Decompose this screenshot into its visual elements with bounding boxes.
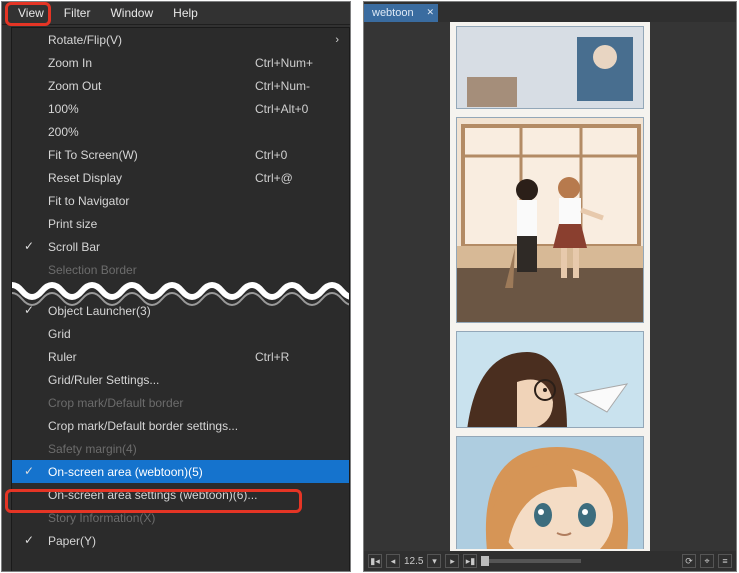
menubar-item-view[interactable]: View — [8, 4, 54, 22]
menu-shortcut: Ctrl+0 — [255, 148, 335, 162]
menu-item-rotate-flip[interactable]: Rotate/Flip(V) › — [12, 28, 349, 51]
comic-panel-2 — [456, 117, 644, 323]
menu-item-onscreen-area[interactable]: ✓ On-screen area (webtoon)(5) — [12, 460, 349, 483]
menu-label: Scroll Bar — [48, 240, 335, 254]
menubar-item-window[interactable]: Window — [100, 4, 163, 22]
menu-label: Grid/Ruler Settings... — [48, 373, 335, 387]
zoom-value: 12.5 — [404, 556, 423, 567]
menu-item-reset-display[interactable]: Reset Display Ctrl+@ — [12, 166, 349, 189]
menubar-item-help[interactable]: Help — [163, 4, 208, 22]
webtoon-strip — [450, 22, 650, 553]
menu-item-scroll-bar[interactable]: ✓ Scroll Bar — [12, 235, 349, 258]
menu-item-grid[interactable]: Grid — [12, 322, 349, 345]
menu-label: Safety margin(4) — [48, 442, 335, 456]
menu-item-story-info[interactable]: Story Information(X) — [12, 506, 349, 529]
view-dropdown: Rotate/Flip(V) › Zoom In Ctrl+Num+ Zoom … — [11, 27, 350, 572]
menu-item-200pct[interactable]: 200% — [12, 120, 349, 143]
nav-last-icon[interactable]: ▸▮ — [463, 554, 477, 568]
menu-item-safety-margin[interactable]: Safety margin(4) — [12, 437, 349, 460]
menu-label: Crop mark/Default border — [48, 396, 335, 410]
menu-label: Crop mark/Default border settings... — [48, 419, 335, 433]
menu-label: Grid — [48, 327, 335, 341]
menubar-item-filter[interactable]: Filter — [54, 4, 101, 22]
menu-item-paper[interactable]: ✓ Paper(Y) — [12, 529, 349, 552]
menu-label: Zoom In — [48, 56, 255, 70]
tabbar: webtoon ✕ — [364, 2, 736, 22]
menu-label: Print size — [48, 217, 335, 231]
menu-label: Zoom Out — [48, 79, 255, 93]
menu-label: Ruler — [48, 350, 255, 364]
menu-item-fit-navigator[interactable]: Fit to Navigator — [12, 189, 349, 212]
menu-item-ruler[interactable]: Ruler Ctrl+R — [12, 345, 349, 368]
menu-label: Reset Display — [48, 171, 255, 185]
menu-label: On-screen area (webtoon)(5) — [48, 465, 335, 479]
settings-icon[interactable]: ≡ — [718, 554, 732, 568]
menu-label: 200% — [48, 125, 335, 139]
statusbar: ▮◂ ◂ 12.5 ▾ ▸ ▸▮ ⟳ ⌖ ≡ — [364, 551, 736, 571]
zoom-slider-thumb[interactable] — [481, 556, 489, 566]
nav-prev-icon[interactable]: ◂ — [386, 554, 400, 568]
preview-window: webtoon ✕ — [363, 1, 737, 572]
nav-next-icon[interactable]: ▸ — [445, 554, 459, 568]
menubar: View Filter Window Help — [2, 2, 350, 25]
comic-panel-4 — [456, 436, 644, 549]
canvas-area[interactable] — [364, 22, 736, 553]
left-app-window: View Filter Window Help ╱ ○ Rotate/Flip(… — [1, 1, 351, 572]
menu-label: Fit To Screen(W) — [48, 148, 255, 162]
menu-label: Fit to Navigator — [48, 194, 335, 208]
menu-label: Paper(Y) — [48, 534, 335, 548]
menu-shortcut: Ctrl+R — [255, 350, 335, 364]
menu-label: Story Information(X) — [48, 511, 335, 525]
menu-item-fit-screen[interactable]: Fit To Screen(W) Ctrl+0 — [12, 143, 349, 166]
menu-shortcut: Ctrl+Num+ — [255, 56, 335, 70]
comic-panel-3 — [456, 331, 644, 428]
menu-item-zoom-out[interactable]: Zoom Out Ctrl+Num- — [12, 74, 349, 97]
menu-label: Selection Border — [48, 263, 335, 277]
menu-shortcut: Ctrl+Alt+0 — [255, 102, 335, 116]
nav-first-icon[interactable]: ▮◂ — [368, 554, 382, 568]
menu-item-grid-ruler-settings[interactable]: Grid/Ruler Settings... — [12, 368, 349, 391]
menu-label: 100% — [48, 102, 255, 116]
menu-item-selection-border[interactable]: Selection Border — [12, 258, 349, 281]
menu-shortcut: Ctrl+@ — [255, 171, 335, 185]
close-icon[interactable]: ✕ — [426, 7, 434, 18]
menu-label: On-screen area settings (webtoon)(6)... — [48, 488, 335, 502]
check-icon: ✓ — [24, 303, 34, 317]
tab-webtoon[interactable]: webtoon ✕ — [364, 4, 438, 22]
menu-item-object-launcher[interactable]: ✓ Object Launcher(3) — [12, 299, 349, 322]
check-icon: ✓ — [24, 239, 34, 253]
menu-label: Rotate/Flip(V) — [48, 33, 335, 47]
menu-item-zoom-in[interactable]: Zoom In Ctrl+Num+ — [12, 51, 349, 74]
menu-item-crop-mark[interactable]: Crop mark/Default border — [12, 391, 349, 414]
menu-item-crop-mark-settings[interactable]: Crop mark/Default border settings... — [12, 414, 349, 437]
tab-label: webtoon — [372, 7, 414, 19]
menu-shortcut: Ctrl+Num- — [255, 79, 335, 93]
check-icon: ✓ — [24, 464, 34, 478]
submenu-arrow-icon: › — [335, 34, 339, 46]
rotate-icon[interactable]: ⟳ — [682, 554, 696, 568]
comic-panel-1 — [456, 26, 644, 109]
fit-icon[interactable]: ⌖ — [700, 554, 714, 568]
menu-item-100pct[interactable]: 100% Ctrl+Alt+0 — [12, 97, 349, 120]
menu-label: Object Launcher(3) — [48, 304, 335, 318]
menu-item-onscreen-area-settings[interactable]: On-screen area settings (webtoon)(6)... — [12, 483, 349, 506]
zoom-slider[interactable] — [481, 559, 581, 563]
zoom-dropdown-icon[interactable]: ▾ — [427, 554, 441, 568]
menu-item-print-size[interactable]: Print size — [12, 212, 349, 235]
check-icon: ✓ — [24, 533, 34, 547]
